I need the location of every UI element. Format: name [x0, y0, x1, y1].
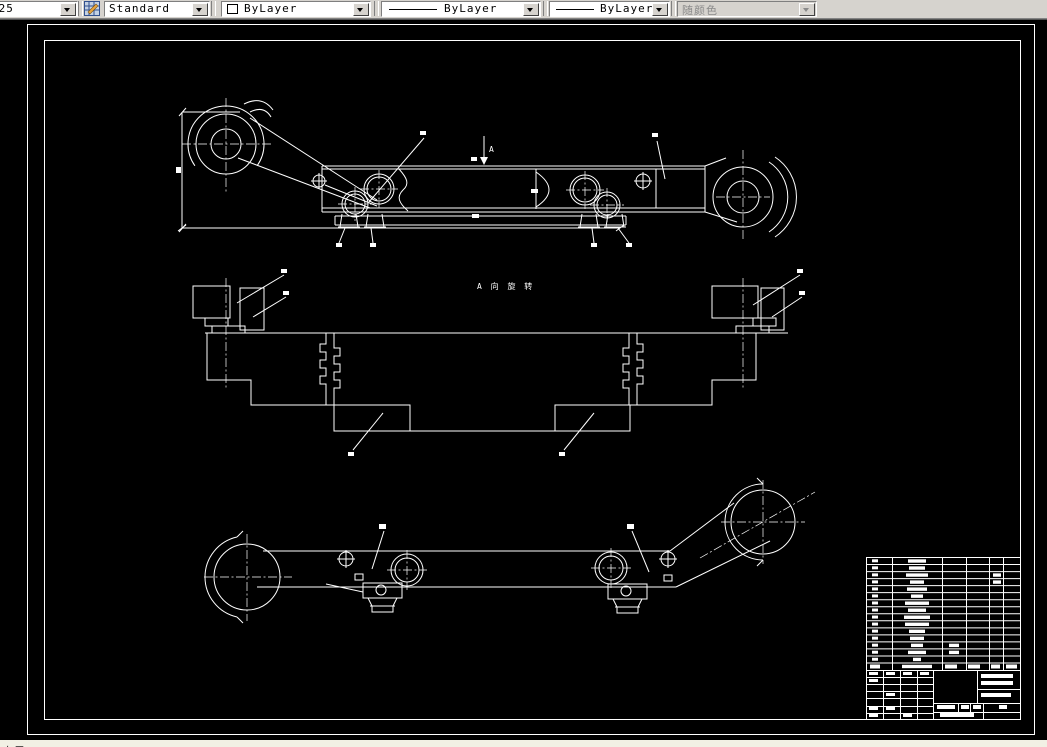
- illegible-text: [981, 674, 1013, 678]
- plot-style-value: 随颜色: [682, 4, 718, 17]
- view-top-elevation: A: [176, 98, 797, 247]
- lineweight-combo[interactable]: ByLayer: [549, 1, 670, 17]
- text-style-combo[interactable]: Standard: [104, 1, 210, 17]
- properties-toolbar: -25 Standard ByLayer ByLayer: [0, 0, 1047, 18]
- scale-combo-value: -25: [0, 2, 14, 15]
- toolbar-separator: [543, 1, 548, 16]
- section-arrow-label: A: [489, 145, 494, 154]
- title-block: [866, 670, 1021, 720]
- linetype-combo-arrow-icon[interactable]: [523, 3, 539, 16]
- toolbar-separator: [78, 1, 83, 16]
- scale-combo-arrow-icon[interactable]: [60, 3, 76, 16]
- model-space-canvas[interactable]: A A 向 旋 转: [0, 0, 1047, 747]
- linetype-sample-icon: [389, 9, 437, 10]
- text-style-value: Standard: [109, 2, 170, 15]
- plot-style-combo: 随颜色: [677, 1, 817, 17]
- color-swatch-icon: [227, 4, 238, 14]
- view-bottom-elevation: [204, 477, 816, 624]
- text-style-arrow-icon[interactable]: [192, 3, 208, 16]
- lineweight-sample-icon: [556, 9, 594, 10]
- illegible-text: [981, 681, 1013, 685]
- color-combo[interactable]: ByLayer: [221, 1, 371, 17]
- linetype-value: ByLayer: [444, 2, 498, 15]
- view-a-title: A 向 旋 转: [477, 281, 534, 291]
- color-combo-arrow-icon[interactable]: [353, 3, 369, 16]
- text-style-icon[interactable]: [84, 1, 100, 16]
- layout-tab-bar: 布局2 /: [0, 740, 1047, 747]
- scale-combo[interactable]: -25: [0, 1, 78, 17]
- toolbar-separator: [671, 1, 676, 16]
- toolbar-bottom-edge: [0, 18, 1047, 20]
- view-a-rotated: A 向 旋 转: [192, 269, 805, 456]
- plot-style-arrow-icon: [799, 3, 815, 16]
- lineweight-value: ByLayer: [600, 2, 654, 15]
- toolbar-separator: [374, 1, 379, 16]
- application-window: -25 Standard ByLayer ByLayer: [0, 0, 1047, 747]
- toolbar-separator: [211, 1, 216, 16]
- illegible-text: [981, 693, 1011, 697]
- lineweight-combo-arrow-icon[interactable]: [652, 3, 668, 16]
- color-value: ByLayer: [244, 2, 298, 15]
- linetype-combo[interactable]: ByLayer: [381, 1, 541, 17]
